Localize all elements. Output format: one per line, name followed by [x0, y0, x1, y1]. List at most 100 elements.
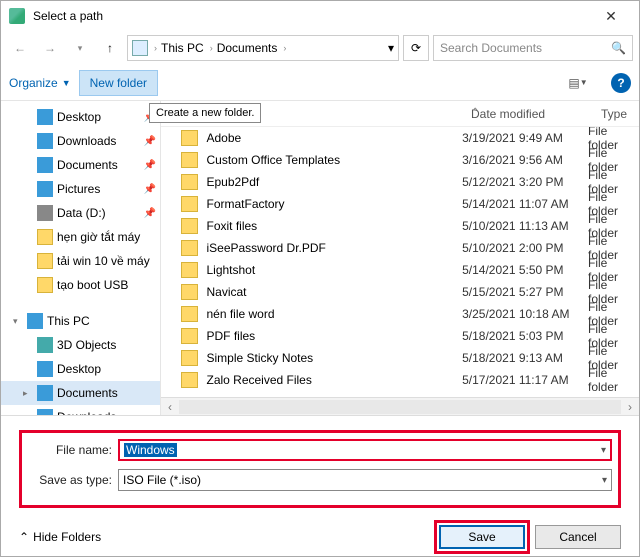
highlighted-form: File name: Windows ▾ Save as type: ISO F… — [19, 430, 621, 508]
tree-item-label: Documents — [57, 386, 156, 400]
desktop-icon — [37, 361, 53, 377]
file-row[interactable]: Zalo Received Files5/17/2021 11:17 AMFil… — [161, 369, 639, 391]
file-row[interactable]: PDF files5/18/2021 5:03 PMFile folder — [161, 325, 639, 347]
scroll-track[interactable] — [179, 400, 621, 414]
desktop-icon — [37, 109, 53, 125]
filename-input[interactable]: Windows ▾ — [118, 439, 612, 461]
tree-item[interactable]: Desktop📌 — [1, 105, 160, 129]
pin-icon: 📌 — [144, 136, 156, 147]
file-name: Simple Sticky Notes — [206, 351, 462, 365]
pc-icon — [132, 40, 148, 56]
form-area: File name: Windows ▾ Save as type: ISO F… — [1, 415, 639, 518]
file-row[interactable]: nén file word3/25/2021 10:18 AMFile fold… — [161, 303, 639, 325]
pic-icon — [37, 181, 53, 197]
folder-icon — [181, 130, 198, 146]
organize-menu[interactable]: Organize▼ — [9, 76, 71, 90]
col-date[interactable]: Date modified — [471, 107, 601, 121]
file-row[interactable]: Navicat5/15/2021 5:27 PMFile folder — [161, 281, 639, 303]
close-icon[interactable]: ✕ — [591, 8, 631, 25]
tree-item[interactable]: Desktop — [1, 357, 160, 381]
file-type: File folder — [588, 366, 639, 394]
horizontal-scrollbar[interactable]: ‹ › — [161, 397, 639, 415]
file-row[interactable]: iSeePassword Dr.PDF5/10/2021 2:00 PMFile… — [161, 237, 639, 259]
file-date: 5/18/2021 5:03 PM — [462, 329, 588, 343]
view-options-button[interactable]: ▤▼ — [561, 72, 595, 94]
folder-icon — [181, 306, 198, 322]
file-name: nén file word — [206, 307, 462, 321]
recent-dropdown-icon[interactable]: ▾ — [67, 35, 93, 61]
new-folder-button[interactable]: New folder — [79, 70, 158, 96]
chevron-right-icon[interactable]: › — [283, 43, 286, 53]
file-name: Navicat — [206, 285, 462, 299]
back-button[interactable]: ← — [7, 35, 33, 61]
save-button[interactable]: Save — [439, 525, 525, 549]
tree-item-label: tải win 10 về máy — [57, 254, 156, 268]
file-name: Zalo Received Files — [206, 373, 462, 387]
tree-item[interactable]: hẹn giờ tắt máy — [1, 225, 160, 249]
help-icon[interactable]: ? — [611, 73, 631, 93]
file-row[interactable]: Lightshot5/14/2021 5:50 PMFile folder — [161, 259, 639, 281]
file-row[interactable]: Foxit files5/10/2021 11:13 AMFile folder — [161, 215, 639, 237]
file-row[interactable]: Simple Sticky Notes5/18/2021 9:13 AMFile… — [161, 347, 639, 369]
pin-icon: 📌 — [144, 184, 156, 195]
chevron-down-icon: ▼ — [62, 78, 71, 88]
cancel-button[interactable]: Cancel — [535, 525, 621, 549]
hide-folders-button[interactable]: ⌃Hide Folders — [19, 530, 429, 544]
file-name: Foxit files — [206, 219, 462, 233]
file-row[interactable]: Custom Office Templates3/16/2021 9:56 AM… — [161, 149, 639, 171]
tree-item[interactable]: Pictures📌 — [1, 177, 160, 201]
tree-item-label: Data (D:) — [57, 206, 140, 220]
tree-item[interactable]: tải win 10 về máy — [1, 249, 160, 273]
tree-item-label: Documents — [57, 158, 140, 172]
breadcrumb-folder[interactable]: Documents — [217, 41, 278, 55]
chevron-down-icon[interactable]: ▾ — [602, 475, 607, 486]
tree-item[interactable]: ▾This PC — [1, 309, 160, 333]
chevron-up-icon: ⌃ — [19, 530, 29, 544]
forward-button: → — [37, 35, 63, 61]
tree-item-label: 3D Objects — [57, 338, 156, 352]
chevron-right-icon[interactable]: › — [210, 43, 213, 53]
toolbar: Organize▼ New folder ▤▼ ? — [1, 65, 639, 101]
tree-item[interactable]: ▸Documents — [1, 381, 160, 405]
breadcrumb-root[interactable]: This PC — [161, 41, 204, 55]
tree-item[interactable]: 3D Objects — [1, 333, 160, 357]
chevron-up-icon: ⌃ — [471, 107, 479, 118]
tree-item[interactable]: Data (D:)📌 — [1, 201, 160, 225]
search-icon: 🔍 — [611, 41, 626, 55]
tree-item[interactable]: Documents 📌 — [1, 153, 160, 177]
folder-tree[interactable]: Desktop📌Downloads📌Documents📌Pictures📌Dat… — [1, 101, 161, 415]
search-input[interactable]: Search Documents 🔍 — [433, 35, 633, 61]
tree-item[interactable]: Downloads — [1, 405, 160, 415]
folder-icon — [181, 196, 198, 212]
search-placeholder: Search Documents — [440, 41, 542, 55]
chevron-down-icon[interactable]: ▾ — [388, 41, 394, 55]
folder-icon — [181, 262, 198, 278]
tree-item[interactable]: tạo boot USB — [1, 273, 160, 297]
tree-item-label: Desktop — [57, 362, 156, 376]
file-row[interactable]: Epub2Pdf5/12/2021 3:20 PMFile folder — [161, 171, 639, 193]
refresh-button[interactable]: ⟳ — [403, 35, 429, 61]
fold-icon — [37, 253, 53, 269]
fold-icon — [37, 277, 53, 293]
file-date: 5/10/2021 11:13 AM — [462, 219, 588, 233]
tree-item[interactable] — [1, 297, 160, 309]
saveastype-select[interactable]: ISO File (*.iso) ▾ — [118, 469, 612, 491]
pin-icon: 📌 — [144, 160, 156, 171]
saveastype-label: Save as type: — [28, 473, 118, 487]
chevron-right-icon[interactable]: › — [154, 43, 157, 53]
button-row: ⌃Hide Folders Save Cancel — [1, 518, 639, 556]
file-row[interactable]: FormatFactory5/14/2021 11:07 AMFile fold… — [161, 193, 639, 215]
tree-item-label: Downloads — [57, 134, 140, 148]
up-button[interactable]: ↑ — [97, 35, 123, 61]
col-type[interactable]: Type — [601, 107, 627, 121]
doc-icon — [37, 157, 53, 173]
file-row[interactable]: Adobe3/19/2021 9:49 AMFile folder — [161, 127, 639, 149]
address-bar[interactable]: › This PC › Documents › ▾ — [127, 35, 399, 61]
scroll-left-icon[interactable]: ‹ — [161, 400, 179, 414]
scroll-right-icon[interactable]: › — [621, 400, 639, 414]
obj-icon — [37, 337, 53, 353]
chevron-down-icon[interactable]: ▾ — [601, 445, 606, 456]
tree-item[interactable]: Downloads 📌 — [1, 129, 160, 153]
folder-icon — [181, 284, 198, 300]
drive-icon — [37, 205, 53, 221]
